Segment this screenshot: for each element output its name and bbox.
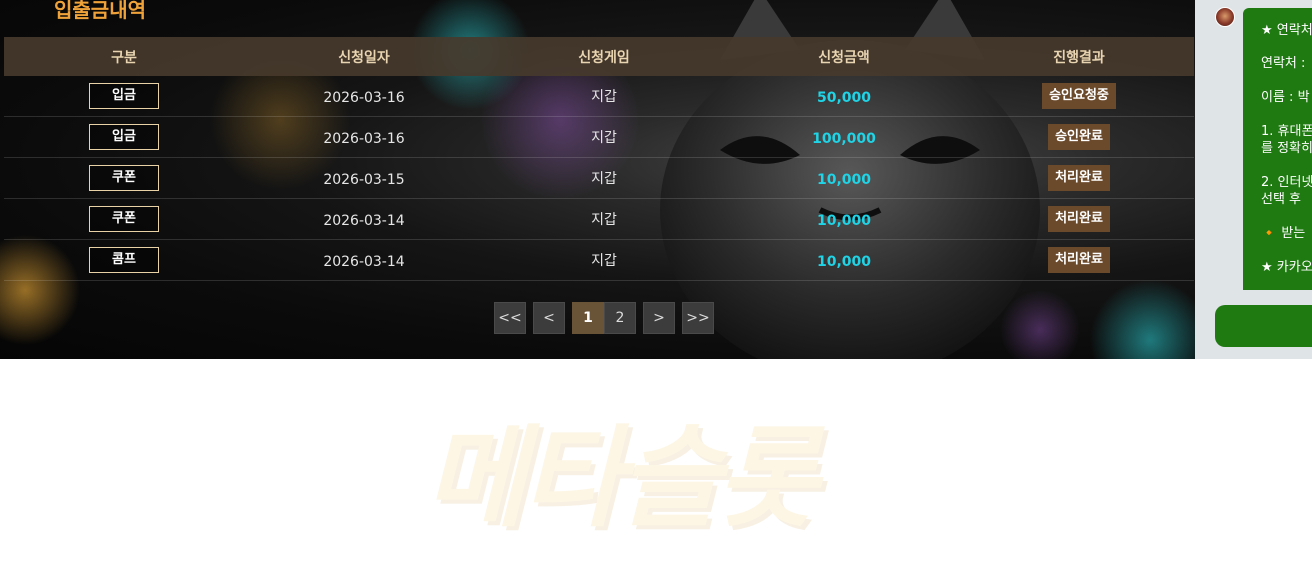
chat-line: ★ 연락처 [1261, 23, 1312, 38]
page-button-2[interactable]: 2 [604, 302, 636, 334]
page-root: 입출금내역 구분 신청일자 신청게임 신청금액 진행결과 입금 2026-03-… [0, 0, 1312, 582]
request-date: 2026-03-16 [323, 130, 405, 147]
request-date: 2026-03-16 [323, 89, 405, 106]
table-row: 쿠폰 2026-03-14 지갑 10,000 처리완료 [4, 199, 1194, 240]
header-type: 구분 [111, 49, 137, 66]
transaction-table: 구분 신청일자 신청게임 신청금액 진행결과 입금 2026-03-16 지갑 … [4, 37, 1194, 281]
chat-line: ★ 카카오 [1261, 260, 1312, 275]
table-row: 콤프 2026-03-14 지갑 10,000 처리완료 [4, 240, 1194, 281]
table-row: 입금 2026-03-16 지갑 100,000 승인완료 [4, 117, 1194, 158]
next-page-button[interactable]: > [643, 302, 675, 334]
header-status: 진행결과 [1053, 49, 1105, 66]
request-amount: 10,000 [816, 212, 872, 229]
request-amount: 10,000 [816, 253, 872, 270]
chat-line: 를 정확히 [1261, 141, 1312, 156]
pagination: << < 1 2 > >> [494, 302, 714, 334]
request-game: 지갑 [591, 212, 617, 228]
chat-line: 이름 : 박 [1261, 90, 1310, 105]
request-game: 지갑 [591, 171, 617, 187]
request-amount: 100,000 [812, 130, 876, 147]
table-row: 입금 2026-03-16 지갑 50,000 승인요청중 [4, 76, 1194, 117]
first-page-button[interactable]: << [494, 302, 526, 334]
request-date: 2026-03-15 [323, 171, 405, 188]
header-amount: 신청금액 [818, 49, 870, 66]
section-title: 입출금내역 [54, 0, 146, 22]
deposit-history-panel: 입출금내역 구분 신청일자 신청게임 신청금액 진행결과 입금 2026-03-… [0, 0, 1195, 359]
chat-line: 1. 휴대폰 [1261, 124, 1312, 139]
avatar [1215, 7, 1235, 27]
type-badge: 쿠폰 [89, 206, 159, 232]
type-badge: 입금 [89, 83, 159, 109]
chat-line: 연락처 : [1261, 56, 1306, 71]
request-date: 2026-03-14 [323, 253, 405, 270]
header-game: 신청게임 [578, 49, 630, 66]
chat-line: 2. 인터넷 [1261, 175, 1312, 190]
table-header: 구분 신청일자 신청게임 신청금액 진행결과 [4, 37, 1194, 76]
status-badge: 처리완료 [1048, 165, 1110, 191]
table-row: 쿠폰 2026-03-15 지갑 10,000 처리완료 [4, 158, 1194, 199]
chat-line: 🔸 받는 [1261, 226, 1306, 241]
status-badge: 승인요청중 [1042, 83, 1116, 109]
request-game: 지갑 [591, 89, 617, 105]
chat-message-bubble: ★ 연락처 연락처 : 이름 : 박 1. 휴대폰 를 정확히 2. 인터넷 선… [1243, 8, 1312, 290]
request-game: 지갑 [591, 130, 617, 146]
status-badge: 처리완료 [1048, 206, 1110, 232]
chat-panel: ★ 연락처 연락처 : 이름 : 박 1. 휴대폰 를 정확히 2. 인터넷 선… [1195, 0, 1312, 359]
type-badge: 입금 [89, 124, 159, 150]
request-game: 지갑 [591, 253, 617, 269]
status-badge: 처리완료 [1048, 247, 1110, 273]
request-date: 2026-03-14 [323, 212, 405, 229]
header-date: 신청일자 [338, 49, 390, 66]
status-badge: 승인완료 [1048, 124, 1110, 150]
chat-line: 선택 후 [1261, 192, 1302, 207]
brand-watermark: 메타슬롯 [425, 414, 818, 542]
prev-page-button[interactable]: < [533, 302, 565, 334]
request-amount: 50,000 [816, 89, 872, 106]
type-badge: 쿠폰 [89, 165, 159, 191]
chat-action-button[interactable] [1215, 305, 1312, 347]
type-badge: 콤프 [89, 247, 159, 273]
page-button-1[interactable]: 1 [572, 302, 604, 334]
request-amount: 10,000 [816, 171, 872, 188]
last-page-button[interactable]: >> [682, 302, 714, 334]
